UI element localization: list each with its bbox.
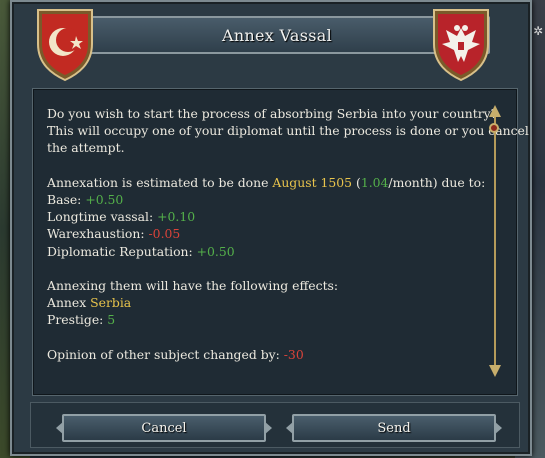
cancel-button[interactable]: Cancel (62, 414, 266, 442)
dialog-title: Annex Vassal (221, 25, 333, 45)
text-scrollbar[interactable] (488, 105, 502, 377)
dialog-body-text: Do you wish to start the process of abso… (47, 105, 529, 363)
dialog-body-panel: Do you wish to start the process of abso… (32, 88, 529, 396)
question-line-3: the attempt. (47, 140, 125, 156)
scroll-up-arrow-icon[interactable] (489, 105, 501, 117)
scrollbar-track[interactable] (494, 117, 496, 369)
scrollbar-thumb[interactable] (489, 123, 499, 133)
estimate-rate: 1.04 (360, 174, 389, 190)
effect-opinion: Opinion of other subject changed by: -30 (47, 346, 304, 362)
send-button[interactable]: Send (292, 414, 496, 442)
modifier-longtime-vassal: Longtime vassal: +0.10 (47, 209, 196, 225)
dialog-title-bar: Annex Vassal (64, 16, 490, 54)
annexation-estimate: Annexation is estimated to be done Augus… (47, 174, 486, 190)
modifier-war-exhaustion: Warexhaustion: -0.05 (47, 226, 181, 242)
modifier-base: Base: +0.50 (47, 191, 124, 207)
effect-annex: Annex Serbia (47, 295, 132, 311)
effects-heading: Annexing them will have the following ef… (47, 277, 339, 293)
serbian-eagle-shield-icon (433, 9, 489, 82)
close-icon[interactable]: ✲ (533, 24, 543, 40)
question-line-2: This will occupy one of your diplomat un… (47, 123, 529, 139)
modifier-diplomatic-reputation: Diplomatic Reputation: +0.50 (47, 243, 235, 259)
effect-prestige: Prestige: 5 (47, 312, 116, 328)
question-line-1: Do you wish to start the process of abso… (47, 106, 498, 121)
estimate-date: August 1505 (272, 174, 353, 190)
ottoman-crescent-shield-icon (37, 9, 93, 82)
scroll-down-arrow-icon[interactable] (489, 365, 501, 377)
